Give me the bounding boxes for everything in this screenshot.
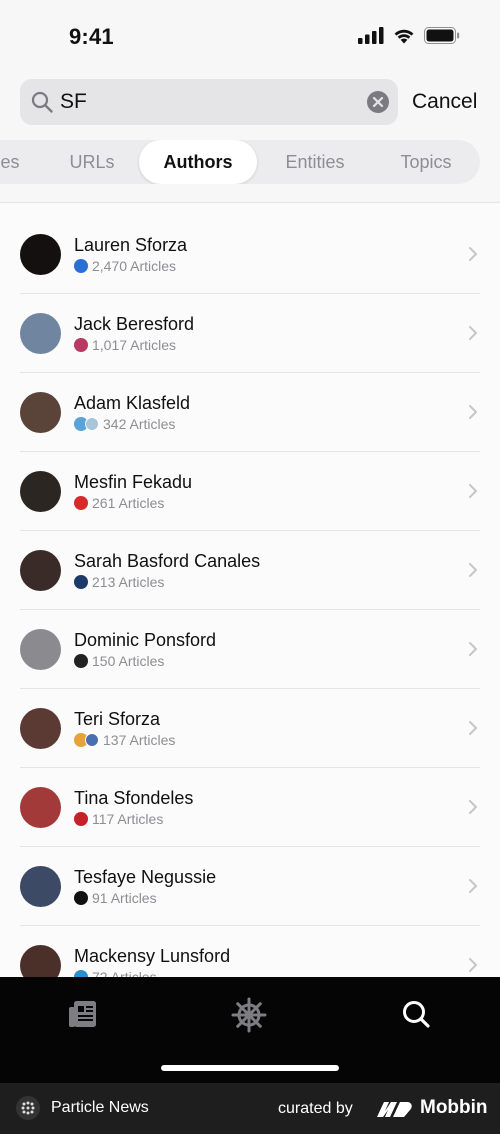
mobbin-logo-icon bbox=[377, 1102, 412, 1117]
author-row[interactable]: Dominic Ponsford 150 Articles bbox=[20, 610, 480, 689]
article-count-label: 2,470 Articles bbox=[92, 258, 177, 274]
chevron-right-icon bbox=[469, 721, 477, 735]
author-name: Adam Klasfeld bbox=[74, 393, 191, 413]
battery-icon bbox=[424, 27, 460, 44]
author-name: Mackensy Lunsford bbox=[74, 946, 231, 966]
search-tab-icon[interactable] bbox=[396, 995, 436, 1035]
chevron-right-icon bbox=[469, 642, 477, 656]
author-name: Teri Sforza bbox=[74, 709, 161, 729]
article-count: 1,017 Articles bbox=[74, 337, 176, 353]
curated-by-label: curated by bbox=[278, 1100, 353, 1117]
article-count-label: 91 Articles bbox=[92, 890, 157, 906]
article-count: 137 Articles bbox=[74, 732, 175, 748]
avatar bbox=[20, 550, 61, 591]
author-row[interactable]: Mackensy Lunsford 72 Articles bbox=[20, 926, 480, 977]
avatar bbox=[20, 787, 61, 828]
particle-logo-icon bbox=[16, 1096, 40, 1120]
author-list[interactable]: Lauren Sforza 2,470 Articles Jack Beresf… bbox=[0, 203, 500, 977]
cancel-button[interactable]: Cancel bbox=[412, 90, 477, 114]
article-count: 72 Articles bbox=[74, 969, 157, 977]
author-name: Dominic Ponsford bbox=[74, 630, 217, 650]
article-count-label: 342 Articles bbox=[103, 416, 176, 432]
chevron-right-icon bbox=[469, 563, 477, 577]
status-bar: 9:41 bbox=[0, 0, 500, 72]
tab-topics[interactable]: Topics bbox=[376, 140, 476, 184]
author-name: Jack Beresford bbox=[74, 314, 195, 334]
author-row[interactable]: Teri Sforza 137 Articles bbox=[20, 689, 480, 768]
publication-icon bbox=[74, 496, 88, 510]
article-count: 150 Articles bbox=[74, 653, 164, 669]
search-category-tabs: es URLs Authors Entities Topics bbox=[0, 140, 480, 184]
search-input[interactable] bbox=[60, 90, 350, 114]
chevron-right-icon bbox=[469, 326, 477, 340]
home-indicator bbox=[161, 1065, 339, 1071]
publication-icon bbox=[85, 417, 99, 431]
avatar bbox=[20, 392, 61, 433]
search-row: Cancel bbox=[20, 79, 480, 125]
chevron-right-icon bbox=[469, 879, 477, 893]
article-count: 91 Articles bbox=[74, 890, 157, 906]
publication-icon bbox=[74, 575, 88, 589]
status-icons bbox=[358, 27, 460, 44]
app-name: Particle News bbox=[51, 1099, 149, 1116]
search-icon bbox=[31, 91, 53, 113]
article-count-label: 137 Articles bbox=[103, 732, 176, 748]
article-count: 342 Articles bbox=[74, 416, 175, 432]
search-field[interactable] bbox=[20, 79, 398, 125]
article-count-label: 117 Articles bbox=[92, 811, 164, 827]
article-count-label: 72 Articles bbox=[92, 969, 157, 977]
author-name: Lauren Sforza bbox=[74, 235, 188, 255]
author-name: Tina Sfondeles bbox=[74, 788, 194, 808]
publication-icon bbox=[74, 338, 88, 352]
article-count: 213 Articles bbox=[74, 574, 164, 590]
news-feed-icon[interactable] bbox=[63, 995, 103, 1035]
chevron-right-icon bbox=[469, 800, 477, 814]
tab-authors[interactable]: Authors bbox=[139, 140, 257, 184]
avatar bbox=[20, 234, 61, 275]
tab-urls[interactable]: URLs bbox=[50, 140, 134, 184]
publication-icon bbox=[85, 733, 99, 747]
author-row[interactable]: Adam Klasfeld 342 Articles bbox=[20, 373, 480, 452]
chevron-right-icon bbox=[469, 484, 477, 498]
brand-name: Mobbin bbox=[420, 1097, 488, 1118]
tab-categories[interactable]: es bbox=[0, 140, 30, 184]
wifi-icon bbox=[394, 29, 414, 44]
author-name: Mesfin Fekadu bbox=[74, 472, 193, 492]
author-row[interactable]: Mesfin Fekadu 261 Articles bbox=[20, 452, 480, 531]
avatar bbox=[20, 313, 61, 354]
author-row[interactable]: Tina Sfondeles 117 Articles bbox=[20, 768, 480, 847]
author-name: Sarah Basford Canales bbox=[74, 551, 261, 571]
chevron-right-icon bbox=[469, 405, 477, 419]
cellular-signal-icon bbox=[358, 27, 384, 44]
publication-icon bbox=[74, 654, 88, 668]
author-row[interactable]: Sarah Basford Canales 213 Articles bbox=[20, 531, 480, 610]
helm-icon[interactable] bbox=[229, 995, 269, 1035]
article-count-label: 261 Articles bbox=[92, 495, 165, 511]
article-count-label: 1,017 Articles bbox=[92, 337, 177, 353]
chevron-right-icon bbox=[469, 958, 477, 972]
author-row[interactable]: Jack Beresford 1,017 Articles bbox=[20, 294, 480, 373]
article-count-label: 150 Articles bbox=[92, 653, 165, 669]
avatar bbox=[20, 708, 61, 749]
publication-icon bbox=[74, 259, 88, 273]
article-count: 261 Articles bbox=[74, 495, 164, 511]
tab-entities[interactable]: Entities bbox=[262, 140, 368, 184]
avatar bbox=[20, 629, 61, 670]
author-row[interactable]: Tesfaye Negussie 91 Articles bbox=[20, 847, 480, 926]
avatar bbox=[20, 945, 61, 977]
author-name: Tesfaye Negussie bbox=[74, 867, 217, 887]
status-time: 9:41 bbox=[69, 24, 114, 49]
avatar bbox=[20, 866, 61, 907]
publication-icon bbox=[74, 812, 88, 826]
chevron-right-icon bbox=[469, 247, 477, 261]
clear-search-icon[interactable] bbox=[367, 91, 389, 113]
article-count: 2,470 Articles bbox=[74, 258, 176, 274]
attribution-footer: Particle News curated by Mobbin bbox=[0, 1083, 500, 1134]
avatar bbox=[20, 471, 61, 512]
article-count-label: 213 Articles bbox=[92, 574, 165, 590]
publication-icon bbox=[74, 891, 88, 905]
publication-icon bbox=[74, 970, 88, 977]
article-count: 117 Articles bbox=[74, 811, 163, 827]
author-row[interactable]: Lauren Sforza 2,470 Articles bbox=[20, 215, 480, 294]
